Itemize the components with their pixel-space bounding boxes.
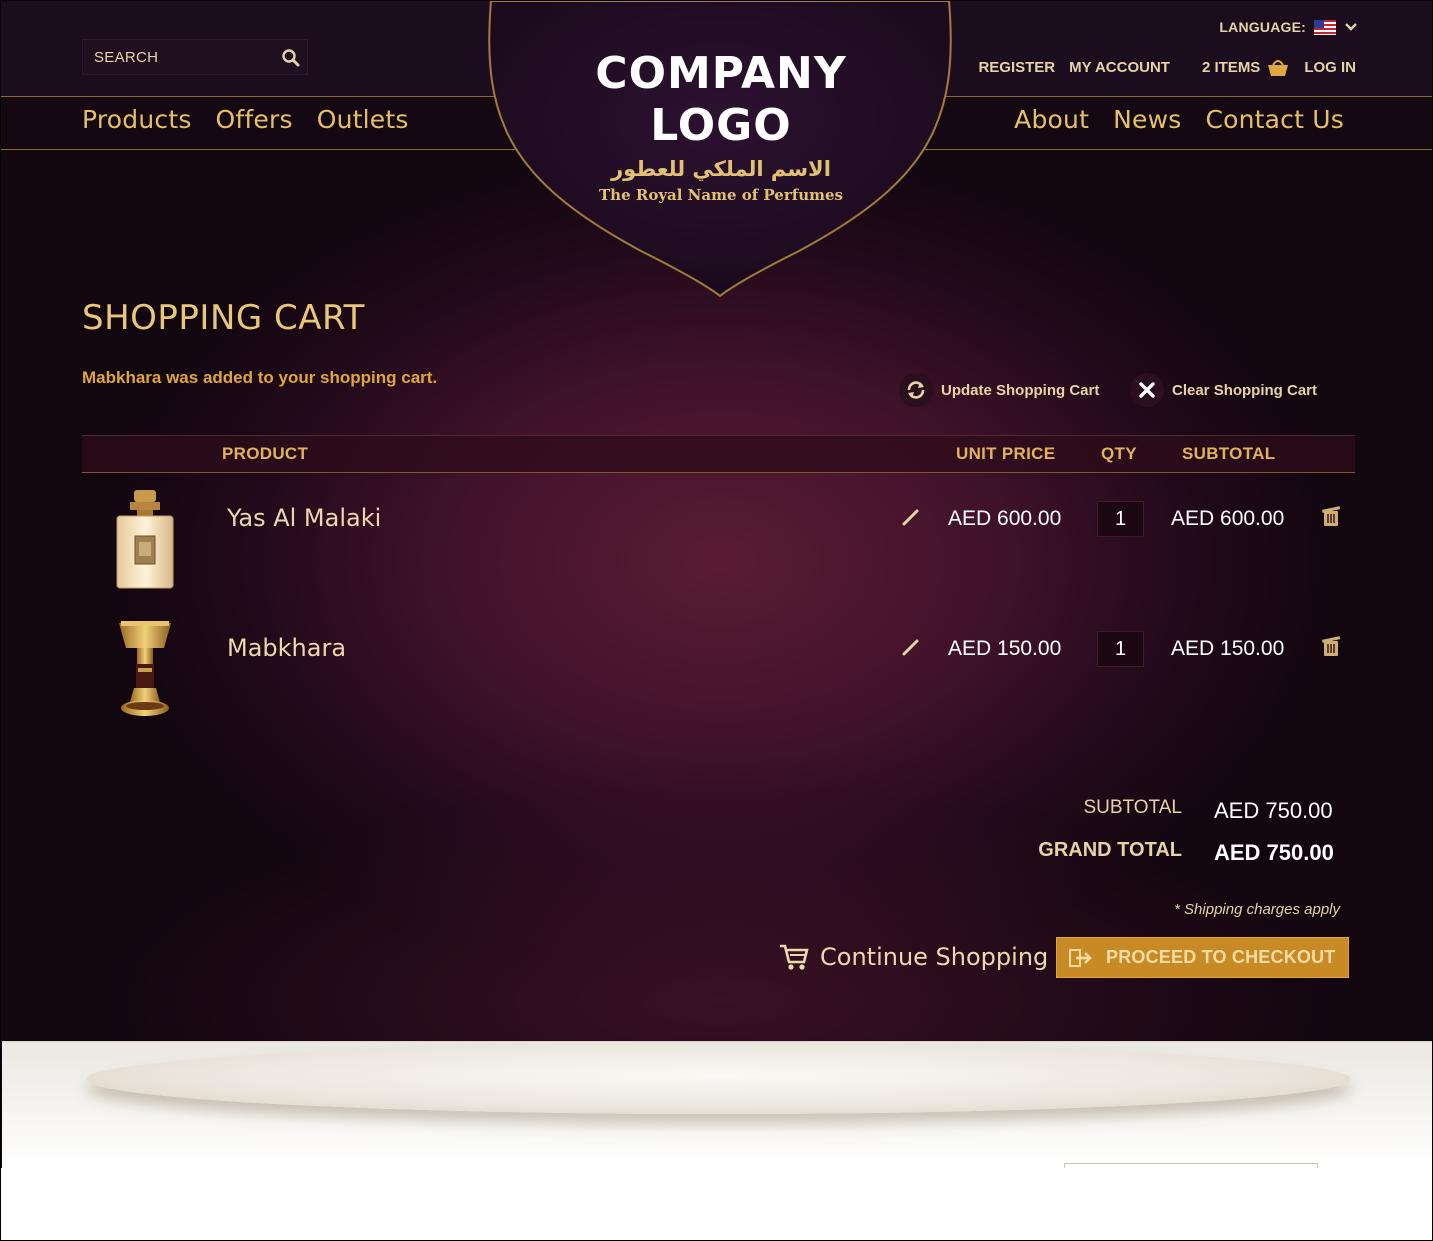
footer-input-edge bbox=[1064, 1163, 1318, 1168]
nav-about[interactable]: About bbox=[1014, 105, 1089, 134]
close-icon bbox=[1130, 373, 1164, 407]
search-icon[interactable] bbox=[281, 48, 301, 68]
nav-products[interactable]: Products bbox=[82, 105, 192, 134]
display-pedestal bbox=[86, 1044, 1351, 1114]
nav-outlets[interactable]: Outlets bbox=[317, 105, 409, 134]
nav-right: About News Contact Us bbox=[1014, 105, 1344, 134]
log-in-link[interactable]: LOG IN bbox=[1304, 59, 1356, 76]
product-name[interactable]: Mabkhara bbox=[227, 634, 346, 662]
logo-shield bbox=[488, 1, 952, 298]
cart-notice: Mabkhara was added to your shopping cart… bbox=[82, 368, 438, 387]
clear-cart-label: Clear Shopping Cart bbox=[1172, 381, 1318, 399]
grand-total-value: AED 750.00 bbox=[1214, 840, 1334, 865]
column-unit-price: UNIT PRICE bbox=[956, 444, 1056, 463]
quantity-input[interactable] bbox=[1097, 501, 1144, 537]
checkout-arrow-icon bbox=[1069, 948, 1092, 967]
continue-shopping-label: Continue Shopping bbox=[820, 943, 1049, 971]
incense-burner-icon[interactable] bbox=[110, 618, 180, 723]
language-label: LANGUAGE: bbox=[1219, 19, 1306, 35]
mini-cart[interactable]: 2 ITEMS bbox=[1202, 57, 1290, 77]
nav-left: Products Offers Outlets bbox=[82, 105, 409, 134]
continue-shopping-button[interactable]: Continue Shopping bbox=[778, 942, 1048, 972]
unit-price: AED 150.00 bbox=[948, 637, 1062, 660]
update-cart-button[interactable]: Update Shopping Cart bbox=[899, 373, 1099, 407]
basket-icon bbox=[1268, 60, 1289, 76]
nav-news[interactable]: News bbox=[1113, 105, 1181, 134]
table-row: Mabkhara AED 150.00 AED 150.00 bbox=[82, 618, 1355, 738]
update-cart-label: Update Shopping Cart bbox=[941, 381, 1100, 399]
logo-tagline-arabic: الاسم الملكي للعطور bbox=[611, 157, 831, 181]
page-background: Products Offers Outlets About News Conta… bbox=[1, 1, 1432, 1168]
flag-us-icon bbox=[1314, 19, 1336, 35]
row-subtotal: AED 600.00 bbox=[1171, 507, 1285, 530]
perfume-bottle-icon[interactable] bbox=[110, 488, 180, 593]
subtotal-value: AED 750.00 bbox=[1214, 798, 1333, 823]
account-links: REGISTER MY ACCOUNT 2 ITEMS LOG IN bbox=[978, 57, 1356, 77]
table-row: Yas Al Malaki AED 600.00 AED 600.00 bbox=[82, 488, 1355, 608]
subtotal-label: SUBTOTAL bbox=[1083, 797, 1182, 818]
logo-tagline-english: The Royal Name of Perfumes bbox=[599, 186, 843, 204]
search-input[interactable] bbox=[83, 40, 273, 74]
row-subtotal: AED 150.00 bbox=[1171, 637, 1285, 660]
language-selector[interactable]: LANGUAGE: bbox=[1219, 19, 1358, 35]
unit-price: AED 600.00 bbox=[948, 507, 1062, 530]
pencil-icon[interactable] bbox=[900, 636, 922, 658]
column-qty: QTY bbox=[1101, 444, 1137, 463]
trash-icon[interactable] bbox=[1318, 502, 1344, 528]
logo-line-2[interactable]: LOGO bbox=[561, 100, 881, 151]
pencil-icon[interactable] bbox=[900, 506, 922, 528]
column-subtotal: SUBTOTAL bbox=[1182, 444, 1276, 463]
nav-contact-us[interactable]: Contact Us bbox=[1205, 105, 1344, 134]
shopping-cart-icon bbox=[780, 944, 809, 970]
register-link[interactable]: REGISTER bbox=[978, 59, 1055, 76]
column-product: PRODUCT bbox=[222, 444, 309, 463]
my-account-link[interactable]: MY ACCOUNT bbox=[1069, 59, 1170, 76]
shipping-note: * Shipping charges apply bbox=[1174, 901, 1340, 918]
logo-line-1[interactable]: COMPANY bbox=[561, 48, 881, 99]
search-box bbox=[82, 39, 308, 75]
checkout-label: PROCEED TO CHECKOUT bbox=[1106, 947, 1336, 967]
page-title: SHOPPING CART bbox=[82, 298, 365, 338]
grand-total-label: GRAND TOTAL bbox=[1038, 839, 1182, 861]
proceed-to-checkout-button[interactable]: PROCEED TO CHECKOUT bbox=[1056, 937, 1349, 978]
quantity-input[interactable] bbox=[1097, 631, 1144, 667]
trash-icon[interactable] bbox=[1318, 632, 1344, 658]
clear-cart-button[interactable]: Clear Shopping Cart bbox=[1130, 373, 1317, 407]
cart-table-header: PRODUCT UNIT PRICE QTY SUBTOTAL bbox=[82, 435, 1355, 473]
chevron-down-icon[interactable] bbox=[1344, 22, 1358, 32]
refresh-icon bbox=[899, 373, 933, 407]
product-name[interactable]: Yas Al Malaki bbox=[227, 504, 381, 532]
cart-items-count: 2 ITEMS bbox=[1201, 58, 1261, 76]
nav-offers[interactable]: Offers bbox=[216, 105, 293, 134]
